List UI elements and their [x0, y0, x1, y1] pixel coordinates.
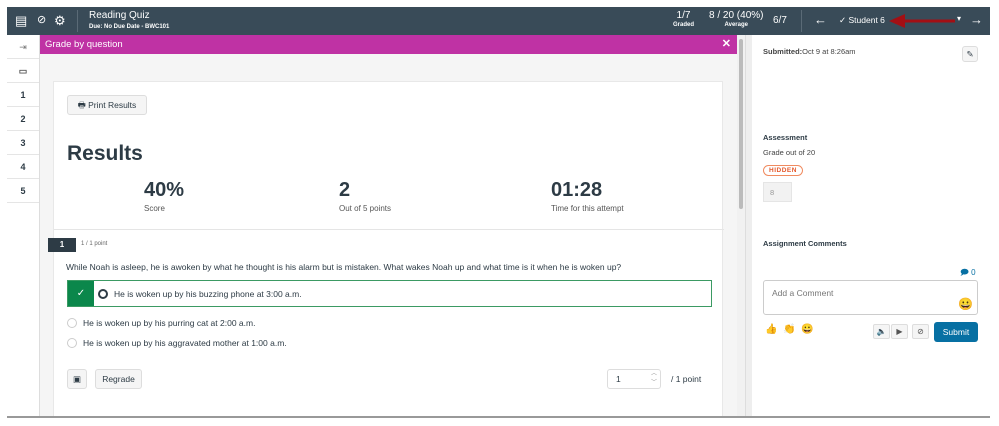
- list-icon[interactable]: ▭: [7, 59, 39, 83]
- top-bar: ▤ ⊘ ⚙ Reading Quiz Due: No Due Date - BW…: [7, 7, 990, 35]
- submit-comment-button[interactable]: Submit: [934, 322, 978, 342]
- comment-count-value: 0: [971, 268, 976, 277]
- answer-text: He is woken up by his purring cat at 2:0…: [83, 318, 256, 328]
- graded-label: Graded: [673, 22, 695, 28]
- stepper-icon[interactable]: ︿ ﹀: [651, 370, 657, 388]
- question-nav-4[interactable]: 4: [7, 155, 39, 179]
- points-value: 1: [616, 374, 621, 384]
- score-label: Score: [144, 204, 165, 213]
- question-points: 1 / 1 point: [81, 241, 108, 247]
- submitted-date: Oct 9 at 8:26am: [802, 47, 856, 56]
- score-value: 40%: [144, 179, 185, 201]
- results-card: 🖶 Print Results Results 40% Score 2 Out of…: [48, 81, 724, 416]
- emoji-picker-icon[interactable]: 😀: [958, 297, 973, 311]
- scrollbar[interactable]: [737, 35, 745, 416]
- time-metric: 01:28 Time for this attempt: [551, 179, 624, 213]
- attach-icon[interactable]: ⊘: [912, 324, 929, 339]
- question-nav-5[interactable]: 5: [7, 179, 39, 203]
- assignment-title[interactable]: Reading Quiz: [89, 10, 150, 21]
- student-selector[interactable]: ✓ Student 6: [839, 15, 885, 26]
- time-label: Time for this attempt: [551, 204, 624, 213]
- gradebook-icon[interactable]: ▤: [15, 13, 27, 29]
- points-suffix: / 1 point: [671, 374, 702, 384]
- radio-unselected: [67, 338, 77, 348]
- results-heading: Results: [67, 142, 143, 165]
- graded-value: 1/7: [676, 10, 691, 21]
- question-nav-3[interactable]: 3: [7, 131, 39, 155]
- assessment-heading: Assessment: [763, 133, 808, 142]
- comment-placeholder: Add a Comment: [772, 288, 834, 298]
- due-date: Due: No Due Date - BWC101: [89, 24, 170, 30]
- submitted-info: Submitted:Oct 9 at 8:26am: [763, 47, 856, 56]
- results-area: 🖶 Print Results Results 40% Score 2 Out of…: [40, 54, 737, 416]
- hide-names-icon[interactable]: ⊘: [37, 13, 46, 26]
- question-nav: ⇥ ▭ 1 2 3 4 5: [7, 35, 40, 416]
- score-metric: 40% Score: [144, 179, 184, 213]
- student-name: Student 6: [848, 15, 885, 25]
- submitted-label: Submitted:: [763, 47, 803, 56]
- attachment-icon[interactable]: ✎: [962, 46, 978, 62]
- answer-text: He is woken up by his buzzing phone at 3…: [114, 289, 302, 299]
- grade-out-of: Grade out of 20: [763, 148, 816, 157]
- student-position: 6/7: [773, 15, 787, 26]
- chevron-down-icon[interactable]: ▾: [957, 14, 961, 23]
- print-label: Print Results: [88, 100, 137, 110]
- printer-icon: 🖶: [77, 100, 86, 110]
- check-icon: ✓: [839, 15, 847, 25]
- thumbs-up-emoji[interactable]: 👍: [765, 324, 777, 335]
- check-icon: ✓: [68, 281, 94, 306]
- audio-icon[interactable]: 🔈: [873, 324, 890, 339]
- average-label: Average: [724, 22, 748, 28]
- answer-correct: ✓ He is woken up by his buzzing phone at…: [67, 280, 712, 307]
- grade-input[interactable]: 8: [763, 182, 792, 202]
- radio-unselected: [67, 318, 77, 328]
- question-nav-1[interactable]: 1: [7, 83, 39, 107]
- answer-text: He is woken up by his aggravated mother …: [83, 338, 287, 348]
- media-icon[interactable]: ▶: [891, 324, 908, 339]
- divider: [77, 10, 78, 32]
- divider: [54, 229, 724, 230]
- gear-icon[interactable]: ⚙: [54, 13, 66, 29]
- speedgrader: ▤ ⊘ ⚙ Reading Quiz Due: No Due Date - BW…: [7, 7, 990, 418]
- question-number: 1: [48, 238, 76, 252]
- average-stat: 8 / 20 (40%) Average: [709, 10, 763, 28]
- points-input[interactable]: 1 ︿ ﹀: [607, 369, 661, 389]
- next-student-arrow-icon[interactable]: →: [970, 12, 983, 27]
- radio-selected: [98, 289, 108, 299]
- print-results-button[interactable]: 🖶 Print Results: [67, 95, 147, 115]
- question-nav-2[interactable]: 2: [7, 107, 39, 131]
- grade-by-question-bar: Grade by question ✕: [40, 35, 737, 54]
- question-text: While Noah is asleep, he is awoken by wh…: [66, 262, 622, 272]
- comment-count[interactable]: 🗩 0: [960, 267, 976, 281]
- clap-emoji[interactable]: 👏: [783, 324, 795, 335]
- panel-resize-handle[interactable]: [745, 35, 752, 416]
- comment-input[interactable]: Add a Comment 😀: [763, 280, 978, 315]
- average-value: 8 / 20 (40%): [709, 10, 764, 21]
- smile-emoji[interactable]: 😀: [801, 324, 813, 335]
- points-metric: 2 Out of 5 points: [339, 179, 391, 213]
- divider: [801, 10, 802, 32]
- time-value: 01:28: [551, 179, 603, 201]
- comment-bubble-icon: 🗩: [960, 268, 969, 277]
- grading-sidebar: Submitted:Oct 9 at 8:26am ✎ Assessment G…: [752, 35, 990, 416]
- points-label: Out of 5 points: [339, 204, 392, 213]
- panel-title: Grade by question: [45, 39, 123, 50]
- comment-icon[interactable]: ▣: [67, 369, 87, 389]
- hidden-badge: HIDDEN: [763, 165, 803, 176]
- previous-student-arrow-icon[interactable]: ←: [814, 12, 827, 27]
- comments-heading: Assignment Comments: [763, 239, 847, 248]
- regrade-button[interactable]: Regrade: [95, 369, 142, 389]
- close-icon[interactable]: ✕: [722, 35, 731, 54]
- collapse-icon[interactable]: ⇥: [7, 35, 39, 59]
- points-value: 2: [339, 179, 351, 201]
- graded-stat: 1/7 Graded: [673, 10, 694, 28]
- annotation-arrow: [889, 14, 955, 28]
